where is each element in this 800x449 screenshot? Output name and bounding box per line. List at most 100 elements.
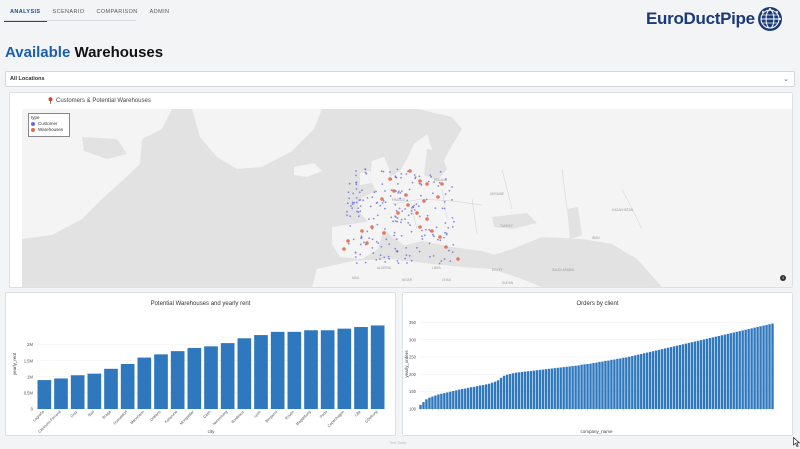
bar[interactable] bbox=[672, 346, 676, 409]
map-customer-point[interactable] bbox=[354, 256, 357, 258]
bar[interactable] bbox=[750, 328, 753, 409]
map-customer-point[interactable] bbox=[410, 210, 413, 212]
map-customer-point[interactable] bbox=[406, 262, 408, 264]
map-customer-point[interactable] bbox=[373, 191, 376, 194]
bar[interactable] bbox=[729, 333, 732, 409]
chevron-down-icon[interactable]: ⌄ bbox=[783, 75, 789, 83]
map-customer-point[interactable] bbox=[394, 247, 397, 250]
map-warehouse-point[interactable] bbox=[388, 177, 392, 181]
map-customer-point[interactable] bbox=[349, 225, 352, 227]
map-customer-point[interactable] bbox=[405, 173, 408, 175]
map-customer-point[interactable] bbox=[444, 193, 447, 195]
map-customer-point[interactable] bbox=[408, 188, 411, 191]
map-customer-point[interactable] bbox=[383, 256, 386, 259]
bar[interactable] bbox=[538, 369, 542, 409]
bar[interactable] bbox=[687, 342, 691, 409]
bar[interactable] bbox=[753, 327, 756, 409]
bar[interactable] bbox=[637, 354, 640, 409]
map-customer-point[interactable] bbox=[376, 214, 379, 217]
bar[interactable] bbox=[595, 362, 598, 409]
bar[interactable] bbox=[487, 383, 491, 409]
map-warehouse-point[interactable] bbox=[406, 203, 410, 207]
map-customer-point[interactable] bbox=[393, 234, 396, 237]
map-customer-point[interactable] bbox=[352, 238, 355, 241]
map-customer-point[interactable] bbox=[407, 214, 410, 217]
map-customer-point[interactable] bbox=[368, 218, 370, 220]
map-customer-point[interactable] bbox=[433, 235, 435, 238]
bar[interactable] bbox=[458, 389, 461, 409]
map-customer-point[interactable] bbox=[362, 199, 365, 202]
map-customer-point[interactable] bbox=[377, 242, 380, 245]
map-customer-point[interactable] bbox=[396, 250, 399, 253]
bar[interactable] bbox=[625, 357, 628, 409]
bar[interactable] bbox=[481, 385, 485, 409]
bar[interactable] bbox=[532, 370, 536, 409]
bar[interactable] bbox=[475, 386, 479, 409]
bar[interactable] bbox=[484, 384, 488, 409]
bar[interactable] bbox=[601, 361, 604, 409]
bar[interactable] bbox=[657, 349, 661, 409]
map-customer-point[interactable] bbox=[358, 191, 361, 194]
map-customer-point[interactable] bbox=[416, 246, 418, 249]
bar[interactable] bbox=[634, 355, 637, 409]
map-customer-point[interactable] bbox=[418, 175, 421, 178]
brand-logo[interactable]: EuroDuctPipe bbox=[646, 6, 783, 32]
bar[interactable] bbox=[514, 372, 518, 409]
map-customer-point[interactable] bbox=[381, 202, 384, 204]
map-customer-point[interactable] bbox=[410, 230, 413, 233]
map-customer-point[interactable] bbox=[372, 217, 375, 220]
map-customer-point[interactable] bbox=[400, 176, 402, 179]
map-customer-point[interactable] bbox=[451, 199, 453, 201]
bar[interactable] bbox=[511, 373, 515, 409]
bar[interactable] bbox=[643, 353, 646, 409]
map-warehouse-point[interactable] bbox=[346, 239, 350, 243]
bar[interactable] bbox=[583, 364, 586, 409]
map-warehouse-point[interactable] bbox=[418, 179, 422, 183]
map-customer-point[interactable] bbox=[400, 221, 402, 224]
map-customer-point[interactable] bbox=[414, 177, 417, 180]
map-customer-point[interactable] bbox=[375, 259, 378, 261]
map-customer-point[interactable] bbox=[359, 243, 362, 246]
map-customer-point[interactable] bbox=[451, 251, 454, 254]
map-customer-point[interactable] bbox=[420, 194, 422, 197]
bar[interactable] bbox=[467, 387, 470, 409]
map-customer-point[interactable] bbox=[364, 171, 367, 174]
map-customer-point[interactable] bbox=[360, 235, 363, 238]
map-customer-point[interactable] bbox=[435, 226, 438, 229]
bar[interactable] bbox=[428, 397, 431, 409]
map-customer-point[interactable] bbox=[396, 260, 399, 262]
bar[interactable] bbox=[702, 339, 706, 409]
map-warehouse-point[interactable] bbox=[438, 235, 442, 239]
map-customer-point[interactable] bbox=[395, 238, 398, 241]
tab-admin[interactable]: ADMIN bbox=[144, 6, 176, 22]
map-customer-point[interactable] bbox=[409, 224, 411, 226]
map-customer-point[interactable] bbox=[379, 204, 382, 207]
map-customer-point[interactable] bbox=[396, 168, 399, 171]
map-customer-point[interactable] bbox=[421, 235, 423, 238]
map-customer-point[interactable] bbox=[405, 247, 407, 249]
bar[interactable] bbox=[254, 335, 268, 409]
map-customer-point[interactable] bbox=[350, 205, 352, 207]
map-customer-point[interactable] bbox=[393, 231, 396, 234]
map-customer-point[interactable] bbox=[376, 223, 379, 226]
map-customer-point[interactable] bbox=[430, 176, 433, 178]
map-customer-point[interactable] bbox=[384, 190, 386, 192]
map-customer-point[interactable] bbox=[413, 174, 416, 176]
map-warehouse-point[interactable] bbox=[436, 195, 440, 199]
map-customer-point[interactable] bbox=[413, 209, 416, 211]
map-customer-point[interactable] bbox=[405, 254, 408, 256]
map-customer-point[interactable] bbox=[426, 214, 429, 217]
bar[interactable] bbox=[434, 395, 437, 410]
bar[interactable] bbox=[449, 391, 452, 409]
map-customer-point[interactable] bbox=[375, 190, 377, 193]
bar[interactable] bbox=[574, 365, 577, 409]
map-customer-point[interactable] bbox=[406, 199, 409, 202]
bar[interactable] bbox=[586, 364, 589, 409]
map-customer-point[interactable] bbox=[355, 174, 357, 177]
map-customer-point[interactable] bbox=[381, 183, 384, 185]
bar[interactable] bbox=[631, 356, 634, 409]
bar[interactable] bbox=[452, 391, 455, 409]
map-customer-point[interactable] bbox=[448, 189, 451, 192]
bar[interactable] bbox=[762, 325, 765, 409]
map-customer-point[interactable] bbox=[400, 190, 403, 193]
